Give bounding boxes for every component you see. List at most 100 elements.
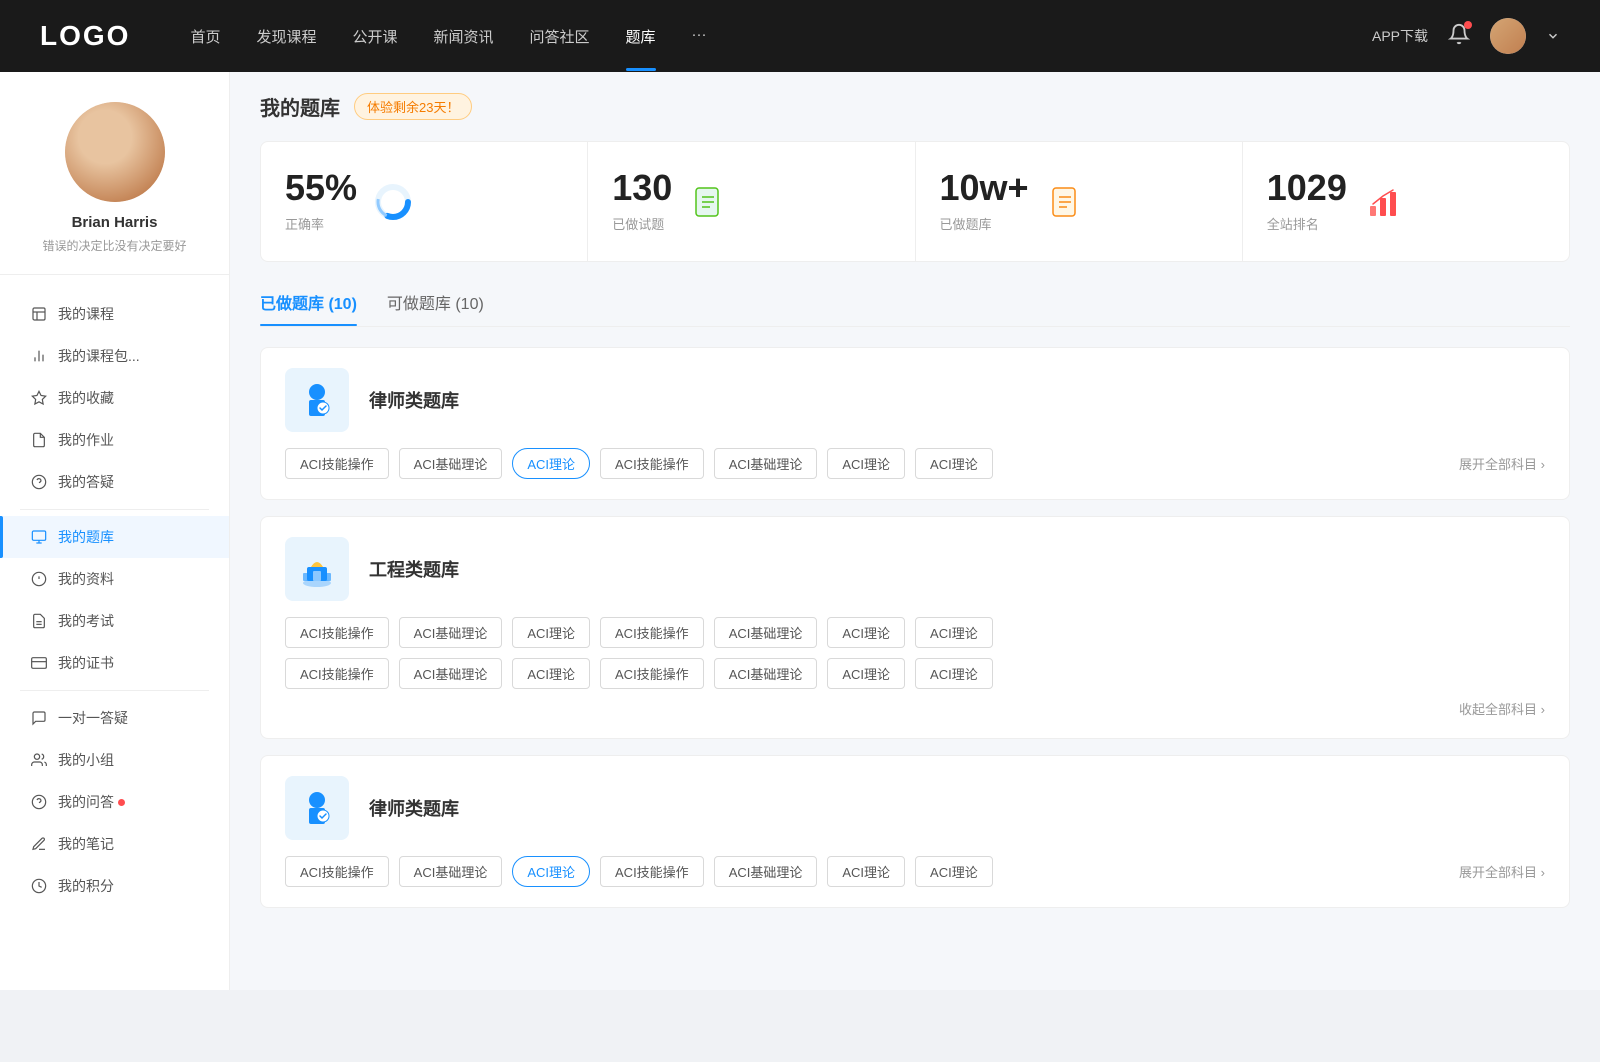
tag-3-3[interactable]: ACI技能操作 <box>600 856 704 887</box>
main-layout: Brian Harris 错误的决定比没有决定要好 我的课程 我的课程包... <box>0 72 1600 990</box>
tag-3-6[interactable]: ACI理论 <box>915 856 993 887</box>
sidebar-item-package[interactable]: 我的课程包... <box>0 335 229 377</box>
avatar-figure <box>65 102 165 202</box>
star-icon <box>30 389 48 407</box>
tag-2-0[interactable]: ACI技能操作 <box>285 617 389 648</box>
stat-rank: 1029 全站排名 <box>1243 142 1569 261</box>
tag-2b-2[interactable]: ACI理论 <box>512 658 590 689</box>
expand-link-3[interactable]: 展开全部科目 › <box>1459 862 1545 881</box>
sidebar-item-exam[interactable]: 我的考试 <box>0 600 229 642</box>
tag-2b-1[interactable]: ACI基础理论 <box>399 658 503 689</box>
tag-2-1[interactable]: ACI基础理论 <box>399 617 503 648</box>
profile-avatar <box>65 102 165 202</box>
tag-3-5[interactable]: ACI理论 <box>827 856 905 887</box>
sidebar-item-note[interactable]: 我的笔记 <box>0 823 229 865</box>
profile-name: Brian Harris <box>20 214 209 231</box>
tag-1-2[interactable]: ACI理论 <box>512 448 590 479</box>
main-content: 我的题库 体验剩余23天！ 55% 正确率 <box>230 72 1600 990</box>
pie-chart-icon <box>373 182 413 222</box>
tag-2b-6[interactable]: ACI理论 <box>915 658 993 689</box>
nav-links: 首页 发现课程 公开课 新闻资讯 问答社区 题库 ··· <box>190 26 1372 47</box>
stat-rank-text: 1029 全站排名 <box>1267 170 1347 233</box>
sidebar-label-bank: 我的题库 <box>58 527 114 547</box>
nav-open-course[interactable]: 公开课 <box>352 26 397 47</box>
bank-card-lawyer-1: 律师类题库 ACI技能操作 ACI基础理论 ACI理论 ACI技能操作 ACI基… <box>260 347 1570 500</box>
notification-dot <box>1464 21 1472 29</box>
tag-2-2[interactable]: ACI理论 <box>512 617 590 648</box>
tag-2b-4[interactable]: ACI基础理论 <box>714 658 818 689</box>
myqa-icon <box>30 793 48 811</box>
sidebar-item-points[interactable]: 我的积分 <box>0 865 229 907</box>
tag-1-6[interactable]: ACI理论 <box>915 448 993 479</box>
bank-card-engineer: 工程类题库 ACI技能操作 ACI基础理论 ACI理论 ACI技能操作 ACI基… <box>260 516 1570 739</box>
question-icon <box>30 473 48 491</box>
sidebar: Brian Harris 错误的决定比没有决定要好 我的课程 我的课程包... <box>0 72 230 990</box>
tag-2b-0[interactable]: ACI技能操作 <box>285 658 389 689</box>
nav-news[interactable]: 新闻资讯 <box>434 26 494 47</box>
sidebar-item-bank[interactable]: 我的题库 <box>0 516 229 558</box>
tab-available-banks[interactable]: 可做题库 (10) <box>387 282 484 326</box>
stat-rank-label: 全站排名 <box>1267 214 1347 233</box>
tag-1-4[interactable]: ACI基础理论 <box>714 448 818 479</box>
user-avatar[interactable] <box>1490 18 1526 54</box>
expand-link-1[interactable]: 展开全部科目 › <box>1459 454 1545 473</box>
tag-2-6[interactable]: ACI理论 <box>915 617 993 648</box>
tag-2b-5[interactable]: ACI理论 <box>827 658 905 689</box>
group-icon <box>30 751 48 769</box>
bar-red-icon <box>1363 182 1403 222</box>
tag-2-5[interactable]: ACI理论 <box>827 617 905 648</box>
sidebar-item-homework[interactable]: 我的作业 <box>0 419 229 461</box>
nav-right: APP下载 <box>1372 18 1560 54</box>
nav-home[interactable]: 首页 <box>190 26 220 47</box>
sidebar-item-cert[interactable]: 我的证书 <box>0 642 229 684</box>
sidebar-label-collect: 我的收藏 <box>58 388 114 408</box>
nav-discover[interactable]: 发现课程 <box>256 26 316 47</box>
tag-1-5[interactable]: ACI理论 <box>827 448 905 479</box>
tab-done-banks[interactable]: 已做题库 (10) <box>260 282 357 326</box>
sidebar-label-points: 我的积分 <box>58 876 114 896</box>
nav-bank[interactable]: 题库 <box>626 26 656 47</box>
tag-1-3[interactable]: ACI技能操作 <box>600 448 704 479</box>
stat-done-questions-number: 130 <box>612 170 672 206</box>
sidebar-menu: 我的课程 我的课程包... 我的收藏 我的作业 <box>0 285 229 915</box>
stat-done-questions-label: 已做试题 <box>612 214 672 233</box>
collapse-link-2[interactable]: 收起全部科目 › <box>285 699 1545 718</box>
package-icon <box>30 347 48 365</box>
doc-green-icon <box>688 182 728 222</box>
sidebar-item-material[interactable]: 我的资料 <box>0 558 229 600</box>
tag-3-1[interactable]: ACI基础理论 <box>399 856 503 887</box>
sidebar-label-note: 我的笔记 <box>58 834 114 854</box>
tag-1-0[interactable]: ACI技能操作 <box>285 448 389 479</box>
bank-card-header-1: 律师类题库 <box>285 368 1545 432</box>
bank-title-1: 律师类题库 <box>369 387 459 413</box>
exam-icon <box>30 612 48 630</box>
tag-3-0[interactable]: ACI技能操作 <box>285 856 389 887</box>
sidebar-item-one2one[interactable]: 一对一答疑 <box>0 697 229 739</box>
bank-icon <box>30 528 48 546</box>
tags-row-2-first: ACI技能操作 ACI基础理论 ACI理论 ACI技能操作 ACI基础理论 AC… <box>285 617 1545 648</box>
stat-done-banks-text: 10w+ 已做题库 <box>940 170 1029 233</box>
tag-1-1[interactable]: ACI基础理论 <box>399 448 503 479</box>
tag-3-4[interactable]: ACI基础理论 <box>714 856 818 887</box>
chevron-down-icon[interactable] <box>1546 29 1560 43</box>
sidebar-item-group[interactable]: 我的小组 <box>0 739 229 781</box>
tag-3-2[interactable]: ACI理论 <box>512 856 590 887</box>
sidebar-item-collect[interactable]: 我的收藏 <box>0 377 229 419</box>
sidebar-item-course[interactable]: 我的课程 <box>0 293 229 335</box>
stat-accuracy-number: 55% <box>285 170 357 206</box>
sidebar-item-myqa[interactable]: 我的问答 <box>0 781 229 823</box>
app-download-button[interactable]: APP下载 <box>1372 26 1428 46</box>
tag-2-3[interactable]: ACI技能操作 <box>600 617 704 648</box>
sidebar-item-question[interactable]: 我的答疑 <box>0 461 229 503</box>
nav-qa[interactable]: 问答社区 <box>530 26 590 47</box>
sidebar-label-one2one: 一对一答疑 <box>58 708 128 728</box>
tag-2-4[interactable]: ACI基础理论 <box>714 617 818 648</box>
sidebar-label-course: 我的课程 <box>58 304 114 324</box>
nav-more[interactable]: ··· <box>692 26 707 47</box>
bank-card-lawyer-2: 律师类题库 ACI技能操作 ACI基础理论 ACI理论 ACI技能操作 ACI基… <box>260 755 1570 908</box>
user-profile: Brian Harris 错误的决定比没有决定要好 <box>0 102 229 275</box>
notification-bell[interactable] <box>1448 23 1470 50</box>
tag-2b-3[interactable]: ACI技能操作 <box>600 658 704 689</box>
stat-done-banks-number: 10w+ <box>940 170 1029 206</box>
bank-title-2: 工程类题库 <box>369 556 459 582</box>
